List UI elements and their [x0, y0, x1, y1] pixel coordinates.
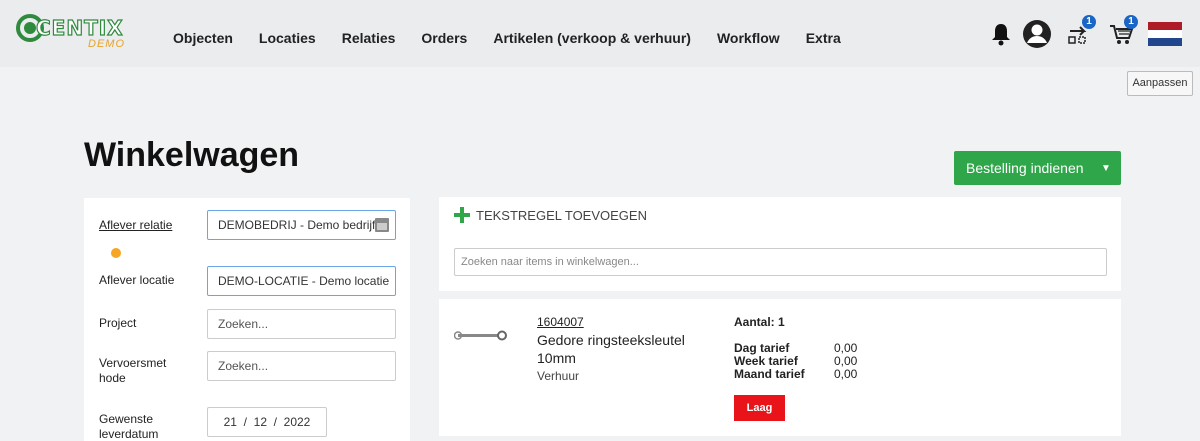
bell-icon[interactable] [990, 22, 1012, 51]
priority-badge[interactable]: Laag [734, 395, 785, 421]
nav-locaties[interactable]: Locaties [259, 30, 316, 46]
nav-extra[interactable]: Extra [806, 30, 841, 46]
leverdatum-label: Gewenste leverdatum [99, 412, 159, 441]
item-type: Verhuur [537, 369, 580, 383]
nav-artikelen[interactable]: Artikelen (verkoop & verhuur) [493, 30, 691, 46]
nav-workflow[interactable]: Workflow [717, 30, 780, 46]
top-navbar: CENTIX DEMO Objecten Locaties Relaties O… [0, 0, 1200, 67]
cart-item: 1604007 Gedore ringsteeksleutel 10mm Ver… [439, 299, 1121, 436]
aflever-relatie-field[interactable]: DEMOBEDRIJ - Demo bedrijf [207, 210, 396, 240]
aflever-locatie-value: DEMO-LOCATIE - Demo locatie [218, 274, 390, 288]
centix-logo[interactable]: CENTIX DEMO [16, 12, 144, 52]
logo-subtitle: DEMO [88, 38, 125, 50]
vervoersmethode-input[interactable]: Zoeken... [207, 351, 396, 381]
aflever-locatie-label: Aflever locatie [99, 273, 175, 287]
vervoersmethode-label: Vervoersmethode [99, 356, 167, 385]
logo-text: CENTIX [35, 15, 124, 40]
nav-relaties[interactable]: Relaties [342, 30, 396, 46]
cart-badge: 1 [1124, 14, 1138, 29]
rate-row: Maand tarief 0,00 [734, 368, 857, 381]
aanpassen-button[interactable]: Aanpassen [1127, 71, 1193, 96]
chevron-down-icon[interactable]: ▼ [1091, 163, 1121, 174]
item-name: Gedore ringsteeksleutel 10mm [537, 332, 685, 366]
flag-nl-icon[interactable] [1148, 21, 1182, 51]
cart-icon[interactable]: 1 [1108, 14, 1138, 52]
item-quantity: Aantal: 1 [734, 315, 785, 329]
item-code-link[interactable]: 1604007 [537, 315, 584, 329]
wrench-thumbnail-icon [453, 329, 510, 348]
add-text-line-button[interactable]: TEKSTREGEL TOEVOEGEN [454, 207, 647, 223]
nav-objecten[interactable]: Objecten [173, 30, 233, 46]
add-text-line-label: TEKSTREGEL TOEVOEGEN [476, 207, 647, 223]
aflever-relatie-value: DEMOBEDRIJ - Demo bedrijf [218, 218, 376, 232]
warning-dot-icon [111, 248, 121, 258]
main-nav: Objecten Locaties Relaties Orders Artike… [173, 30, 867, 46]
cart-toolbar: TEKSTREGEL TOEVOEGEN Zoeken naar items i… [439, 197, 1121, 291]
plus-icon [454, 207, 470, 223]
aflever-relatie-label[interactable]: Aflever relatie [99, 218, 179, 233]
rate-label: Maand tarief [734, 367, 805, 381]
leverdatum-field[interactable]: 21 / 12 / 2022 [207, 407, 327, 437]
cart-search-input[interactable]: Zoeken naar items in winkelwagen... [454, 248, 1107, 276]
transfer-badge: 1 [1082, 14, 1096, 29]
delivery-form: Aflever relatie DEMOBEDRIJ - Demo bedrij… [84, 198, 410, 441]
rate-value: 0,00 [834, 367, 858, 381]
project-input[interactable]: Zoeken... [207, 309, 396, 339]
lookup-icon[interactable] [375, 218, 389, 232]
nav-orders[interactable]: Orders [421, 30, 467, 46]
transfer-icon[interactable]: 1 [1066, 14, 1096, 52]
header-icons: 1 1 [980, 14, 1182, 54]
user-icon[interactable] [1022, 19, 1052, 54]
project-label: Project [99, 316, 137, 330]
page-title: Winkelwagen [84, 136, 300, 174]
submit-order-label: Bestelling indienen [966, 160, 1084, 176]
rate-table: Dag tarief 0,00 Week tarief 0,00 Maand tar… [734, 342, 857, 381]
submit-order-button[interactable]: Bestelling indienen ▼ [954, 151, 1121, 185]
aflever-locatie-field[interactable]: DEMO-LOCATIE - Demo locatie [207, 266, 396, 296]
